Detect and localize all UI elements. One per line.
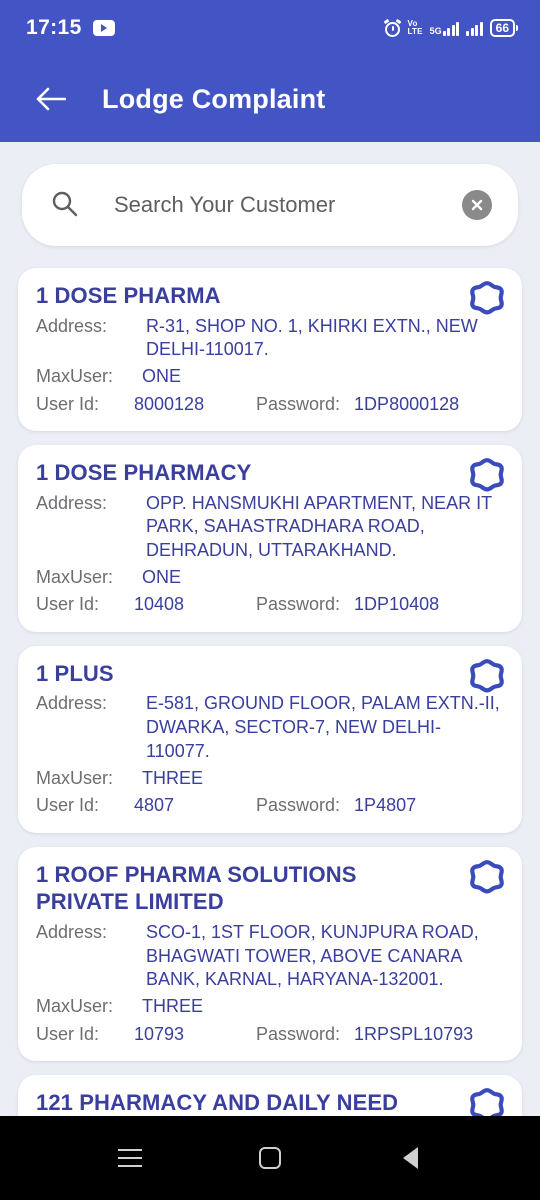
- flower-ring-icon: [468, 859, 506, 897]
- userid-value: 4807: [134, 795, 175, 816]
- status-bar-right: Vo LTE 5G 66: [383, 18, 518, 37]
- customer-address-row: Address: SCO-1, 1ST FLOOR, KUNJPURA ROAD,…: [36, 921, 504, 992]
- maxuser-label: MaxUser:: [36, 366, 114, 386]
- customer-name: 1 DOSE PHARMA: [36, 283, 221, 308]
- search-bar[interactable]: Search Your Customer: [22, 164, 518, 246]
- volte-line-2: LTE: [407, 27, 423, 36]
- maxuser-label: MaxUser:: [36, 767, 114, 788]
- customer-credentials-row: User Id: 10793 Password: 1RPSPL10793: [36, 1022, 504, 1048]
- userid-label: User Id:: [36, 1023, 100, 1044]
- customer-card[interactable]: 121 PHARMACY AND DAILY NEEDAddress:LGF-3…: [18, 1075, 522, 1116]
- password-value: 1DP8000128: [354, 393, 460, 414]
- userid-value: 8000128: [134, 393, 205, 414]
- address-label: Address:: [36, 492, 108, 513]
- search-section: Search Your Customer: [0, 142, 540, 246]
- customer-list[interactable]: 1 DOSE PHARMA Address: R-31, SHOP NO. 1, K…: [0, 246, 540, 1116]
- address-value: OPP. HANSMUKHI APARTMENT, NEAR IT PARK, …: [146, 492, 492, 561]
- address-value: R-31, SHOP NO. 1, KHIRKI EXTN., NEW DELH…: [146, 315, 478, 360]
- customer-credentials-row: User Id: 8000128 Password: 1DP8000128: [36, 392, 504, 418]
- customer-maxuser-row: MaxUser: ONE: [36, 565, 504, 591]
- search-input[interactable]: Search Your Customer: [114, 192, 462, 218]
- customer-address-row: Address: OPP. HANSMUKHI APARTMENT, NEAR I…: [36, 492, 504, 563]
- maxuser-label: MaxUser:: [36, 566, 114, 587]
- customer-card[interactable]: 1 DOSE PHARMACY Address: OPP. HANSMUKHI AP…: [18, 445, 522, 632]
- back-triangle-icon[interactable]: [380, 1128, 440, 1188]
- customer-credentials-row: User Id: 4807 Password: 1P4807: [36, 793, 504, 819]
- flower-ring-icon: [468, 1087, 506, 1116]
- customer-name: 1 ROOF PHARMA SOLUTIONS PRIVATE LIMITED: [36, 861, 357, 915]
- flower-ring-icon: [468, 280, 506, 318]
- password-value: 1RPSPL10793: [354, 1023, 474, 1044]
- userid-label: User Id:: [36, 594, 100, 615]
- customer-maxuser-row: MaxUser: THREE: [36, 766, 504, 792]
- password-label: Password:: [256, 1023, 341, 1044]
- address-label: Address:: [36, 921, 108, 942]
- customer-address-row: Address: R-31, SHOP NO. 1, KHIRKI EXTN., …: [36, 315, 504, 363]
- address-label: Address:: [36, 693, 108, 714]
- battery-level-text: 66: [489, 19, 515, 37]
- maxuser-value: ONE: [142, 566, 182, 587]
- alarm-clock-icon: [383, 18, 401, 37]
- customer-address-row: Address: E-581, GROUND FLOOR, PALAM EXTN.…: [36, 692, 504, 763]
- signal-bars-secondary: [466, 20, 483, 36]
- status-bar-left: 17:15: [26, 16, 115, 40]
- customer-name: 1 PLUS: [36, 660, 114, 686]
- password-label: Password:: [256, 594, 341, 615]
- battery-icon: 66: [489, 19, 518, 37]
- customer-name: 1 DOSE PHARMACY: [36, 460, 252, 486]
- password-label: Password:: [256, 393, 341, 414]
- maxuser-value: THREE: [142, 767, 204, 788]
- recents-menu-icon[interactable]: [100, 1128, 160, 1188]
- password-value: 1P4807: [354, 795, 417, 816]
- signal-5g-group: 5G: [430, 20, 460, 36]
- address-value: E-581, GROUND FLOOR, PALAM EXTN.-II, DWA…: [146, 693, 500, 761]
- userid-label: User Id:: [36, 795, 100, 816]
- flower-ring-icon: [468, 658, 506, 696]
- customer-card[interactable]: 1 DOSE PHARMA Address: R-31, SHOP NO. 1, K…: [18, 268, 522, 432]
- maxuser-value: ONE: [142, 366, 182, 386]
- customer-card[interactable]: 1 PLUS Address: E-581, GROUND FLOOR, PALAM…: [18, 645, 522, 833]
- system-navigation-bar: [0, 1116, 540, 1200]
- userid-value: 10408: [134, 594, 185, 615]
- app-bar: Lodge Complaint: [0, 56, 540, 142]
- volte-icon: Vo LTE: [408, 20, 423, 36]
- youtube-icon: [92, 20, 115, 36]
- customer-card[interactable]: 1 ROOF PHARMA SOLUTIONS PRIVATE LIMITED A…: [18, 846, 522, 1062]
- flower-ring-icon: [468, 457, 506, 495]
- network-type-label: 5G: [429, 26, 442, 36]
- home-square-icon[interactable]: [240, 1128, 300, 1188]
- password-value: 1DP10408: [354, 594, 440, 615]
- clear-icon[interactable]: [462, 190, 492, 220]
- status-bar: 17:15 Vo LTE 5G 66: [0, 0, 540, 56]
- back-arrow-icon[interactable]: [28, 76, 74, 122]
- page-title: Lodge Complaint: [102, 83, 326, 114]
- userid-label: User Id:: [36, 393, 100, 414]
- status-time: 17:15: [26, 16, 82, 39]
- customer-name: 121 PHARMACY AND DAILY NEED: [36, 1090, 399, 1116]
- signal-bars-primary: [442, 20, 460, 36]
- address-label: Address:: [36, 315, 108, 336]
- customer-maxuser-row: MaxUser: ONE: [36, 364, 504, 390]
- customer-maxuser-row: MaxUser: THREE: [36, 994, 504, 1020]
- customer-credentials-row: User Id: 10408 Password: 1DP10408: [36, 592, 504, 618]
- maxuser-label: MaxUser:: [36, 996, 114, 1017]
- maxuser-value: THREE: [142, 996, 204, 1017]
- address-value: SCO-1, 1ST FLOOR, KUNJPURA ROAD, BHAGWAT…: [146, 921, 479, 990]
- search-icon: [50, 189, 78, 222]
- password-label: Password:: [256, 795, 341, 816]
- userid-value: 10793: [134, 1023, 185, 1044]
